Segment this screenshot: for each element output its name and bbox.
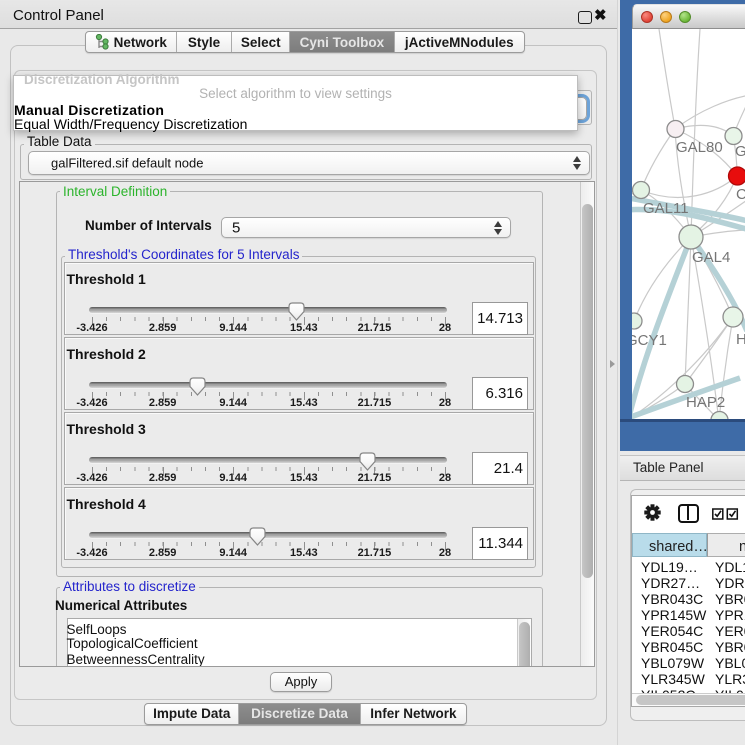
svg-text:C: C xyxy=(736,186,745,203)
svg-text:HA: HA xyxy=(736,331,745,348)
svg-text:HAP2: HAP2 xyxy=(686,394,725,411)
svg-text:GCY1: GCY1 xyxy=(632,332,667,349)
svg-text:GA: GA xyxy=(735,143,745,160)
svg-text:GAL80: GAL80 xyxy=(676,139,723,156)
svg-text:GAL4: GAL4 xyxy=(692,249,730,266)
svg-text:GAL11: GAL11 xyxy=(643,200,689,217)
